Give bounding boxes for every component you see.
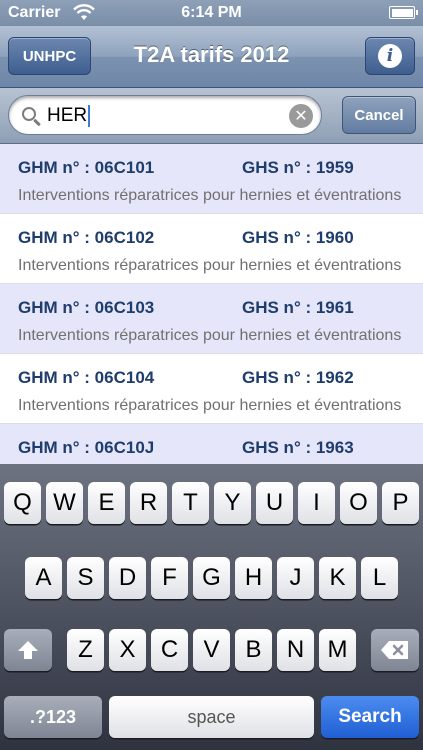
keyboard: Q W E R T Y U I O P A S D F G H J K L Z … bbox=[0, 464, 423, 750]
key-p[interactable]: P bbox=[382, 482, 419, 524]
key-i[interactable]: I bbox=[298, 482, 335, 524]
ghm-number: GHM n° : 06C104 bbox=[18, 368, 155, 387]
navigation-bar: UNHPC T2A tarifs 2012 i bbox=[0, 26, 423, 88]
item-description: Interventions réparatrices pour hernies … bbox=[18, 397, 402, 414]
key-k[interactable]: K bbox=[319, 557, 356, 599]
list-item[interactable]: GHM n° : 06C101 GHS n° : 1959 Interventi… bbox=[0, 144, 423, 214]
list-item[interactable]: GHM n° : 06C102 GHS n° : 1960 Interventi… bbox=[0, 214, 423, 284]
ghm-number: GHM n° : 06C103 bbox=[18, 298, 155, 317]
delete-key[interactable] bbox=[371, 629, 419, 671]
key-h[interactable]: H bbox=[235, 557, 272, 599]
key-u[interactable]: U bbox=[256, 482, 293, 524]
key-f[interactable]: F bbox=[151, 557, 188, 599]
key-m[interactable]: M bbox=[319, 629, 356, 671]
key-j[interactable]: J bbox=[277, 557, 314, 599]
shift-key[interactable] bbox=[4, 629, 52, 671]
ghm-number: GHM n° : 06C10J bbox=[18, 438, 155, 457]
list-item[interactable]: GHM n° : 06C104 GHS n° : 1962 Interventi… bbox=[0, 354, 423, 424]
item-description: Interventions réparatrices pour hernies … bbox=[18, 257, 402, 274]
key-b[interactable]: B bbox=[235, 629, 272, 671]
key-c[interactable]: C bbox=[151, 629, 188, 671]
ghs-number: GHS n° : 1959 bbox=[242, 158, 354, 177]
key-e[interactable]: E bbox=[88, 482, 125, 524]
key-t[interactable]: T bbox=[172, 482, 209, 524]
info-button[interactable]: i bbox=[365, 37, 415, 75]
key-w[interactable]: W bbox=[46, 482, 83, 524]
unhpc-button[interactable]: UNHPC bbox=[8, 37, 91, 75]
key-z[interactable]: Z bbox=[67, 629, 104, 671]
key-x[interactable]: X bbox=[109, 629, 146, 671]
page-title: T2A tarifs 2012 bbox=[133, 42, 290, 67]
search-key[interactable]: Search bbox=[321, 696, 419, 738]
search-field[interactable]: HER ✕ bbox=[8, 95, 322, 135]
key-a[interactable]: A bbox=[25, 557, 62, 599]
search-input[interactable]: HER bbox=[47, 104, 287, 128]
item-description: Interventions réparatrices pour hernies … bbox=[18, 187, 402, 204]
info-icon: i bbox=[378, 44, 402, 68]
key-g[interactable]: G bbox=[193, 557, 230, 599]
list-item[interactable]: GHM n° : 06C10J GHS n° : 1963 bbox=[0, 424, 423, 464]
item-description: Interventions réparatrices pour hernies … bbox=[18, 327, 402, 344]
battery-icon bbox=[389, 6, 418, 19]
search-bar: HER ✕ Cancel bbox=[0, 88, 423, 144]
search-icon bbox=[22, 107, 36, 121]
search-input-value: HER bbox=[47, 105, 88, 126]
results-list: GHM n° : 06C101 GHS n° : 1959 Interventi… bbox=[0, 144, 423, 464]
key-d[interactable]: D bbox=[109, 557, 146, 599]
key-q[interactable]: Q bbox=[4, 482, 41, 524]
numbers-key[interactable]: .?123 bbox=[4, 696, 102, 738]
key-v[interactable]: V bbox=[193, 629, 230, 671]
status-bar: Carrier 6:14 PM bbox=[0, 0, 423, 26]
list-item[interactable]: GHM n° : 06C103 GHS n° : 1961 Interventi… bbox=[0, 284, 423, 354]
shift-icon bbox=[18, 641, 38, 659]
clock: 6:14 PM bbox=[181, 4, 242, 21]
ghs-number: GHS n° : 1963 bbox=[242, 438, 354, 457]
ghm-number: GHM n° : 06C101 bbox=[18, 158, 155, 177]
clear-icon[interactable]: ✕ bbox=[289, 104, 313, 128]
key-s[interactable]: S bbox=[67, 557, 104, 599]
text-caret bbox=[88, 105, 91, 127]
key-l[interactable]: L bbox=[361, 557, 398, 599]
space-key[interactable]: space bbox=[109, 696, 314, 738]
key-y[interactable]: Y bbox=[214, 482, 251, 524]
ghm-number: GHM n° : 06C102 bbox=[18, 228, 155, 247]
key-r[interactable]: R bbox=[130, 482, 167, 524]
key-n[interactable]: N bbox=[277, 629, 314, 671]
key-o[interactable]: O bbox=[340, 482, 377, 524]
ghs-number: GHS n° : 1962 bbox=[242, 368, 354, 387]
backspace-icon bbox=[381, 641, 408, 659]
ghs-number: GHS n° : 1961 bbox=[242, 298, 354, 317]
ghs-number: GHS n° : 1960 bbox=[242, 228, 354, 247]
cancel-button[interactable]: Cancel bbox=[342, 96, 416, 134]
